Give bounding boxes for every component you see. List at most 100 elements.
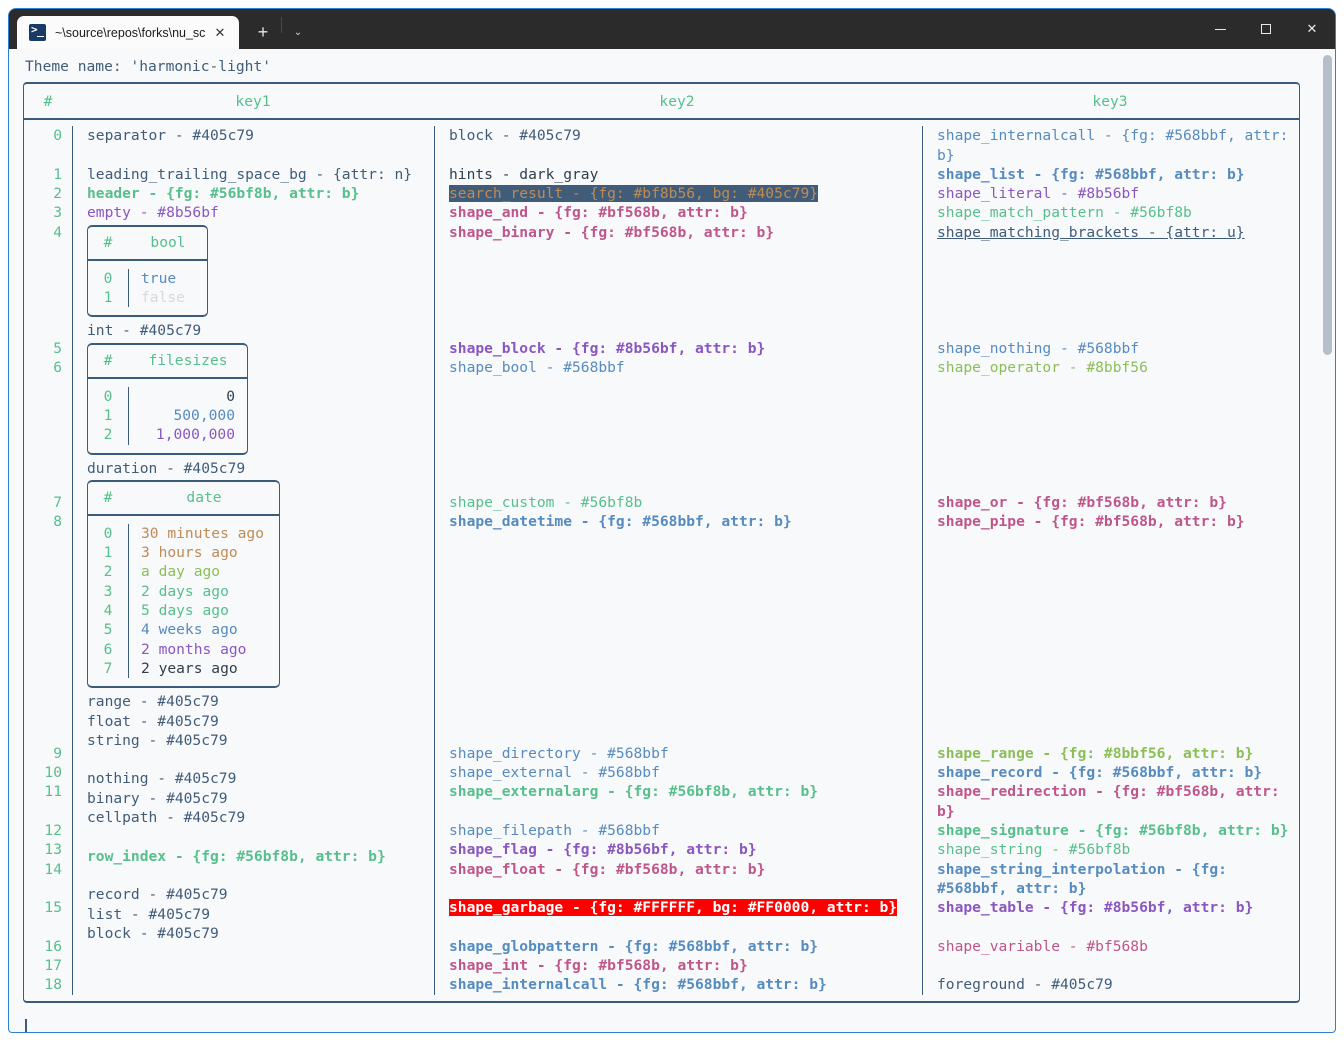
chevron-down-icon[interactable]: ⌄ bbox=[284, 16, 312, 49]
nested-value-column: 30 minutes ago 3 hours ago a day ago 2 days… bbox=[129, 524, 279, 678]
key2-column: block - #405c79 hints - dark_gray search_… bbox=[435, 126, 922, 994]
nested-row-index: 2 bbox=[103, 426, 113, 444]
close-icon[interactable]: ✕ bbox=[209, 22, 231, 44]
key2-line: shape_datetime - {fg: #568bbf, attr: b} bbox=[449, 513, 792, 531]
tab-title: ~\source\repos\forks\nu_scrip bbox=[55, 25, 205, 40]
nested-header-index: # bbox=[103, 234, 113, 252]
row-index bbox=[24, 281, 62, 300]
key2-line: block - #405c79 bbox=[449, 127, 581, 145]
row-index: 10 bbox=[44, 764, 62, 782]
row-index: 17 bbox=[44, 957, 62, 975]
row-index bbox=[24, 146, 62, 165]
row-index bbox=[24, 396, 62, 415]
key1-line: range - #405c79 bbox=[87, 693, 219, 711]
minimize-button[interactable] bbox=[1197, 9, 1243, 49]
key3-line: shape_or - {fg: #bf568b, attr: b} bbox=[937, 493, 1227, 511]
key1-column: separator - #405c79 leading_trailing_spa… bbox=[73, 126, 434, 994]
key1-line: float - #405c79 bbox=[87, 712, 219, 730]
row-index bbox=[24, 474, 62, 493]
key2-line: shape_external - #568bbf bbox=[449, 764, 660, 782]
row-index: 16 bbox=[44, 937, 62, 955]
new-tab-button[interactable]: + bbox=[247, 16, 279, 49]
nested-index-column: 0 123 4567 bbox=[88, 524, 128, 678]
row-index bbox=[24, 628, 62, 647]
row-index bbox=[24, 705, 62, 724]
key2-line: shape_flag - {fg: #8b56bf, attr: b} bbox=[449, 841, 757, 859]
close-window-button[interactable]: ✕ bbox=[1289, 9, 1335, 49]
key3-line: b} bbox=[937, 146, 955, 164]
vertical-scrollbar[interactable] bbox=[1323, 55, 1332, 355]
key2-line: shape_int - {fg: #bf568b, attr: b} bbox=[449, 957, 748, 975]
row-index: 0 bbox=[53, 127, 62, 145]
key3-line: foreground - #405c79 bbox=[937, 976, 1113, 994]
row-index bbox=[24, 242, 62, 261]
row-index bbox=[24, 802, 62, 821]
key1-line: binary - #405c79 bbox=[87, 789, 228, 807]
row-index: 8 bbox=[53, 513, 62, 531]
nested-header-bool: bool bbox=[150, 234, 186, 252]
key1-line: string - #405c79 bbox=[87, 731, 228, 749]
key2-line: shape_custom - #56bf8b bbox=[449, 493, 643, 511]
key2-line: hints - dark_gray bbox=[449, 165, 599, 183]
row-index bbox=[24, 319, 62, 338]
key2-line: shape_garbage - {fg: #FFFFFF, bg: #FF000… bbox=[449, 899, 898, 917]
row-index: 15 bbox=[44, 899, 62, 917]
terminal-content[interactable]: Theme name: 'harmonic-light' # key1 key2… bbox=[9, 49, 1335, 1032]
key3-line: shape_range - {fg: #8bbf56, attr: b} bbox=[937, 744, 1254, 762]
nested-row-value: 500,000 bbox=[173, 406, 235, 424]
key1-line: record - #405c79 bbox=[87, 886, 228, 904]
row-index: 5 bbox=[53, 339, 62, 357]
row-index bbox=[24, 917, 62, 936]
prompt-line[interactable] bbox=[23, 1003, 1335, 1032]
column-header-key2: key2 bbox=[659, 92, 695, 110]
key3-line: shape_operator - #8bbf56 bbox=[937, 358, 1148, 376]
table-header: # key1 key2 key3 bbox=[23, 82, 1300, 121]
nested-row-index: 7 bbox=[103, 659, 113, 677]
nested-header-index: # bbox=[103, 352, 113, 370]
nested-row-value: 3 hours ago bbox=[141, 544, 238, 562]
nested-row-index: 0 bbox=[103, 387, 113, 405]
column-header-key1: key1 bbox=[235, 92, 271, 110]
row-index: 1 bbox=[53, 165, 62, 183]
key3-line: shape_table - {fg: #8b56bf, attr: b} bbox=[937, 899, 1254, 917]
key2-line: shape_internalcall - {fg: #568bbf, attr:… bbox=[449, 976, 827, 994]
key3-line: shape_variable - #bf568b bbox=[937, 937, 1148, 955]
row-index: 7 bbox=[53, 493, 62, 511]
key2-line: shape_binary - {fg: #bf568b, attr: b} bbox=[449, 223, 775, 241]
terminal-window: ~\source\repos\forks\nu_scrip ✕ + ⌄ ✕ Th… bbox=[8, 8, 1336, 1033]
row-index bbox=[24, 454, 62, 473]
row-index bbox=[24, 551, 62, 570]
nested-row-value: 4 weeks ago bbox=[141, 621, 238, 639]
key1-line: int - #405c79 bbox=[87, 322, 202, 340]
terminal-tab[interactable]: ~\source\repos\forks\nu_scrip ✕ bbox=[17, 16, 239, 49]
key2-line: shape_directory - #568bbf bbox=[449, 744, 669, 762]
maximize-button[interactable] bbox=[1243, 9, 1289, 49]
key2-line: shape_globpattern - {fg: #568bbf, attr: … bbox=[449, 937, 819, 955]
column-header-index: # bbox=[43, 92, 53, 110]
key3-line: shape_match_pattern - #56bf8b bbox=[937, 204, 1192, 222]
key3-line: shape_string_interpolation - {fg: bbox=[937, 860, 1227, 878]
row-index: 11 bbox=[44, 783, 62, 801]
